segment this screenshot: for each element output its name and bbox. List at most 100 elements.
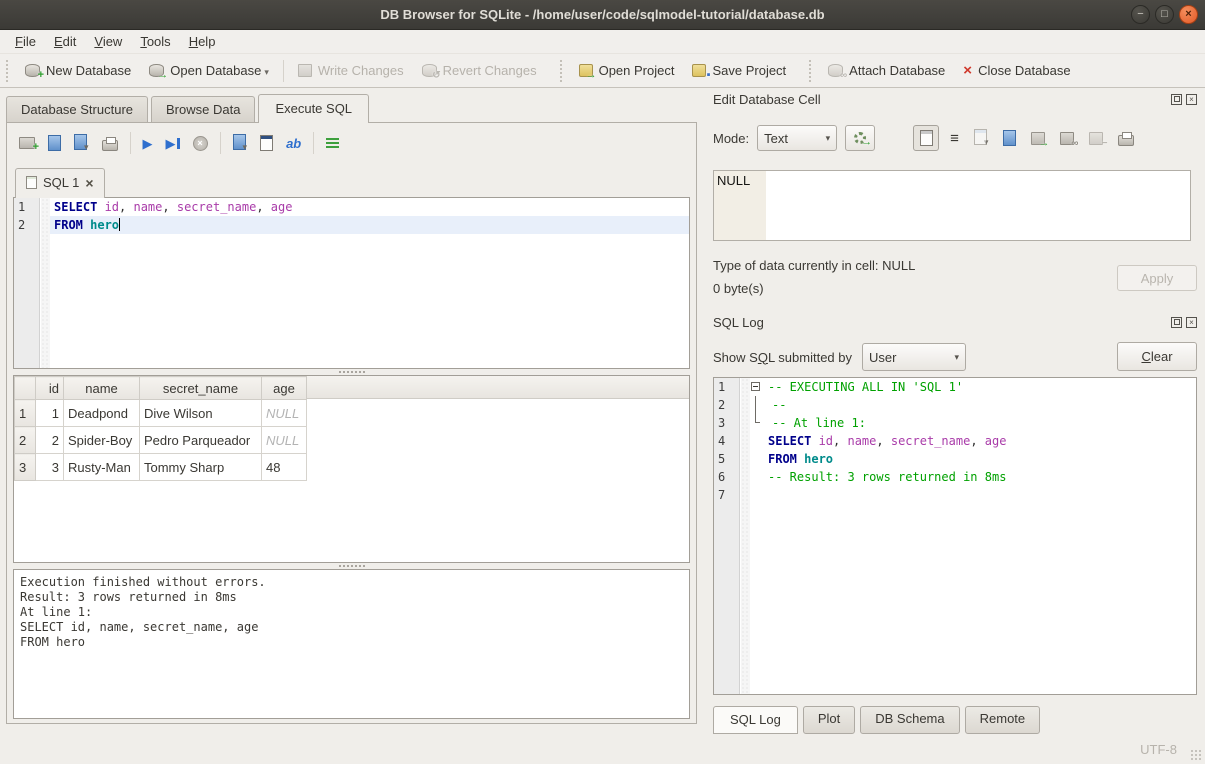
results-grid: id name secret_name age 1 1 Deadpond Div… bbox=[13, 375, 690, 563]
resize-grip[interactable] bbox=[1190, 749, 1202, 761]
execute-line-icon[interactable]: ▶ bbox=[166, 136, 180, 151]
fold-toggle-icon[interactable] bbox=[751, 382, 760, 391]
log-line: 7 bbox=[714, 486, 1196, 504]
save-project-button[interactable]: ▪ Save Project bbox=[683, 59, 795, 82]
tab-remote[interactable]: Remote bbox=[965, 706, 1041, 734]
table-row[interactable]: 3 3 Rusty-Man Tommy Sharp 48 bbox=[15, 454, 307, 481]
window-title: DB Browser for SQLite - /home/user/code/… bbox=[380, 7, 824, 22]
print-icon[interactable] bbox=[102, 140, 118, 151]
sql-editor-toolbar: + ▾ ▶ ▶ × ▾ ab bbox=[7, 123, 696, 163]
toolbar-drag-handle[interactable] bbox=[560, 60, 565, 82]
toolbar: + New Database → Open Database ▾ Write C… bbox=[0, 54, 1205, 88]
dock-area: Edit Database Cell × Mode: Text ▾ → ≡ ▾ … bbox=[703, 88, 1205, 735]
column-header-name[interactable]: name bbox=[64, 377, 140, 400]
attach-database-button[interactable]: ∞ Attach Database bbox=[819, 59, 954, 82]
open-in-window-icon[interactable]: → bbox=[1031, 132, 1045, 145]
toggle-results-icon[interactable] bbox=[326, 138, 339, 149]
execute-all-icon[interactable]: ▶ bbox=[143, 137, 153, 150]
toolbar-drag-handle[interactable] bbox=[6, 60, 11, 82]
sql-editor[interactable]: 1 SELECT id, name, secret_name, age 2 FR… bbox=[13, 197, 690, 369]
log-line: 5 FROM hero bbox=[714, 450, 1196, 468]
close-database-button[interactable]: × Close Database bbox=[954, 59, 1079, 82]
float-dock-icon[interactable] bbox=[1171, 317, 1182, 328]
open-database-icon: → bbox=[149, 64, 164, 77]
cell-mode-row: Mode: Text ▾ → ≡ ▾ → ∞ − bbox=[713, 124, 1197, 152]
execution-message-panel: Execution finished without errors. Resul… bbox=[13, 569, 690, 719]
table-row[interactable]: 1 1 Deadpond Dive Wilson NULL bbox=[15, 400, 307, 427]
titlebar: DB Browser for SQLite - /home/user/code/… bbox=[0, 0, 1205, 30]
close-dock-icon[interactable]: × bbox=[1186, 317, 1197, 328]
attach-database-icon: ∞ bbox=[828, 64, 843, 77]
corner-header[interactable] bbox=[15, 377, 36, 400]
new-sql-tab-icon[interactable]: + bbox=[19, 137, 35, 149]
menu-file[interactable]: File bbox=[6, 31, 45, 52]
tab-sql-log[interactable]: SQL Log bbox=[713, 706, 798, 734]
column-header-id[interactable]: id bbox=[36, 377, 64, 400]
cell-type-info: Type of data currently in cell: NULL bbox=[713, 258, 915, 273]
open-project-button[interactable]: → Open Project bbox=[570, 59, 684, 82]
cell-settings-button[interactable]: → bbox=[845, 125, 875, 151]
set-null-icon: − bbox=[1089, 132, 1103, 145]
menu-help[interactable]: Help bbox=[180, 31, 225, 52]
write-changes-icon bbox=[298, 64, 312, 77]
open-project-icon: → bbox=[579, 64, 593, 77]
revert-changes-button: ↺ Revert Changes bbox=[413, 59, 546, 82]
column-header-age[interactable]: age bbox=[262, 377, 307, 400]
save-results-icon[interactable]: ▾ bbox=[233, 134, 248, 153]
close-dock-icon[interactable]: × bbox=[1186, 94, 1197, 105]
execution-message: Execution finished without errors. Resul… bbox=[14, 570, 689, 655]
submitted-by-select[interactable]: User ▾ bbox=[862, 343, 966, 371]
float-dock-icon[interactable] bbox=[1171, 94, 1182, 105]
chevron-down-icon: ▾ bbox=[826, 133, 831, 144]
tab-plot[interactable]: Plot bbox=[803, 706, 855, 734]
write-changes-button: Write Changes bbox=[289, 59, 413, 82]
tab-database-structure[interactable]: Database Structure bbox=[6, 96, 148, 122]
main-area: Database Structure Browse Data Execute S… bbox=[0, 88, 703, 735]
save-sql-file-icon[interactable]: ▾ bbox=[74, 134, 89, 153]
menu-tools[interactable]: Tools bbox=[131, 31, 179, 52]
sql-log-dock-header: SQL Log × bbox=[713, 315, 1197, 330]
sql-doc-tab[interactable]: SQL 1 × bbox=[15, 168, 105, 198]
close-button[interactable]: × bbox=[1179, 5, 1198, 24]
open-sql-file-icon[interactable] bbox=[48, 135, 61, 151]
open-database-button[interactable]: → Open Database ▾ bbox=[140, 59, 278, 82]
text-mode-button[interactable] bbox=[913, 125, 939, 151]
status-bar: UTF-8 bbox=[0, 735, 1205, 764]
apply-button: Apply bbox=[1117, 265, 1197, 291]
mode-select[interactable]: Text ▾ bbox=[757, 125, 837, 151]
log-line: 3 -- At line 1: bbox=[714, 414, 1196, 432]
revert-changes-icon: ↺ bbox=[422, 64, 437, 77]
toolbar-drag-handle[interactable] bbox=[809, 60, 814, 82]
table-row[interactable]: 2 2 Spider-Boy Pedro Parqueador NULL bbox=[15, 427, 307, 454]
cell-size-info: 0 byte(s) bbox=[713, 281, 764, 296]
new-database-icon: + bbox=[25, 64, 40, 77]
execute-sql-panel: + ▾ ▶ ▶ × ▾ ab SQL 1 × bbox=[6, 122, 697, 724]
new-database-button[interactable]: + New Database bbox=[16, 59, 140, 82]
format-sql-icon[interactable]: ab bbox=[286, 136, 301, 151]
tab-browse-data[interactable]: Browse Data bbox=[151, 96, 255, 122]
close-tab-icon[interactable]: × bbox=[85, 176, 93, 190]
tab-db-schema[interactable]: DB Schema bbox=[860, 706, 959, 734]
tab-execute-sql[interactable]: Execute SQL bbox=[258, 94, 369, 123]
maximize-button[interactable]: □ bbox=[1155, 5, 1174, 24]
menu-edit[interactable]: Edit bbox=[45, 31, 85, 52]
menu-view[interactable]: View bbox=[85, 31, 131, 52]
clear-log-button[interactable]: Clear bbox=[1117, 342, 1197, 371]
find-icon[interactable] bbox=[260, 135, 273, 151]
edit-cell-dock-header: Edit Database Cell × bbox=[713, 92, 1197, 107]
menubar: File Edit View Tools Help bbox=[0, 30, 1205, 54]
dock-tab-bar: SQL Log Plot DB Schema Remote bbox=[713, 706, 1040, 734]
column-header-secret-name[interactable]: secret_name bbox=[140, 377, 262, 400]
cell-value-editor[interactable]: NULL bbox=[713, 170, 1191, 241]
sql-keyword: SELECT bbox=[54, 200, 105, 214]
word-wrap-icon[interactable]: ≡ bbox=[950, 130, 959, 147]
export-data-icon[interactable] bbox=[1003, 130, 1016, 146]
minimize-button[interactable]: − bbox=[1131, 5, 1150, 24]
sql-doc-tab-bar: SQL 1 × bbox=[7, 163, 696, 197]
link-icon[interactable]: ∞ bbox=[1060, 132, 1074, 145]
print-cell-icon[interactable] bbox=[1118, 135, 1134, 146]
log-line: 1 -- EXECUTING ALL IN 'SQL 1' bbox=[714, 378, 1196, 396]
main-tab-bar: Database Structure Browse Data Execute S… bbox=[0, 88, 703, 122]
sql-log-view: 1 -- EXECUTING ALL IN 'SQL 1' 2 -- 3 -- … bbox=[713, 377, 1197, 695]
open-database-dropdown-icon[interactable]: ▾ bbox=[264, 67, 269, 78]
